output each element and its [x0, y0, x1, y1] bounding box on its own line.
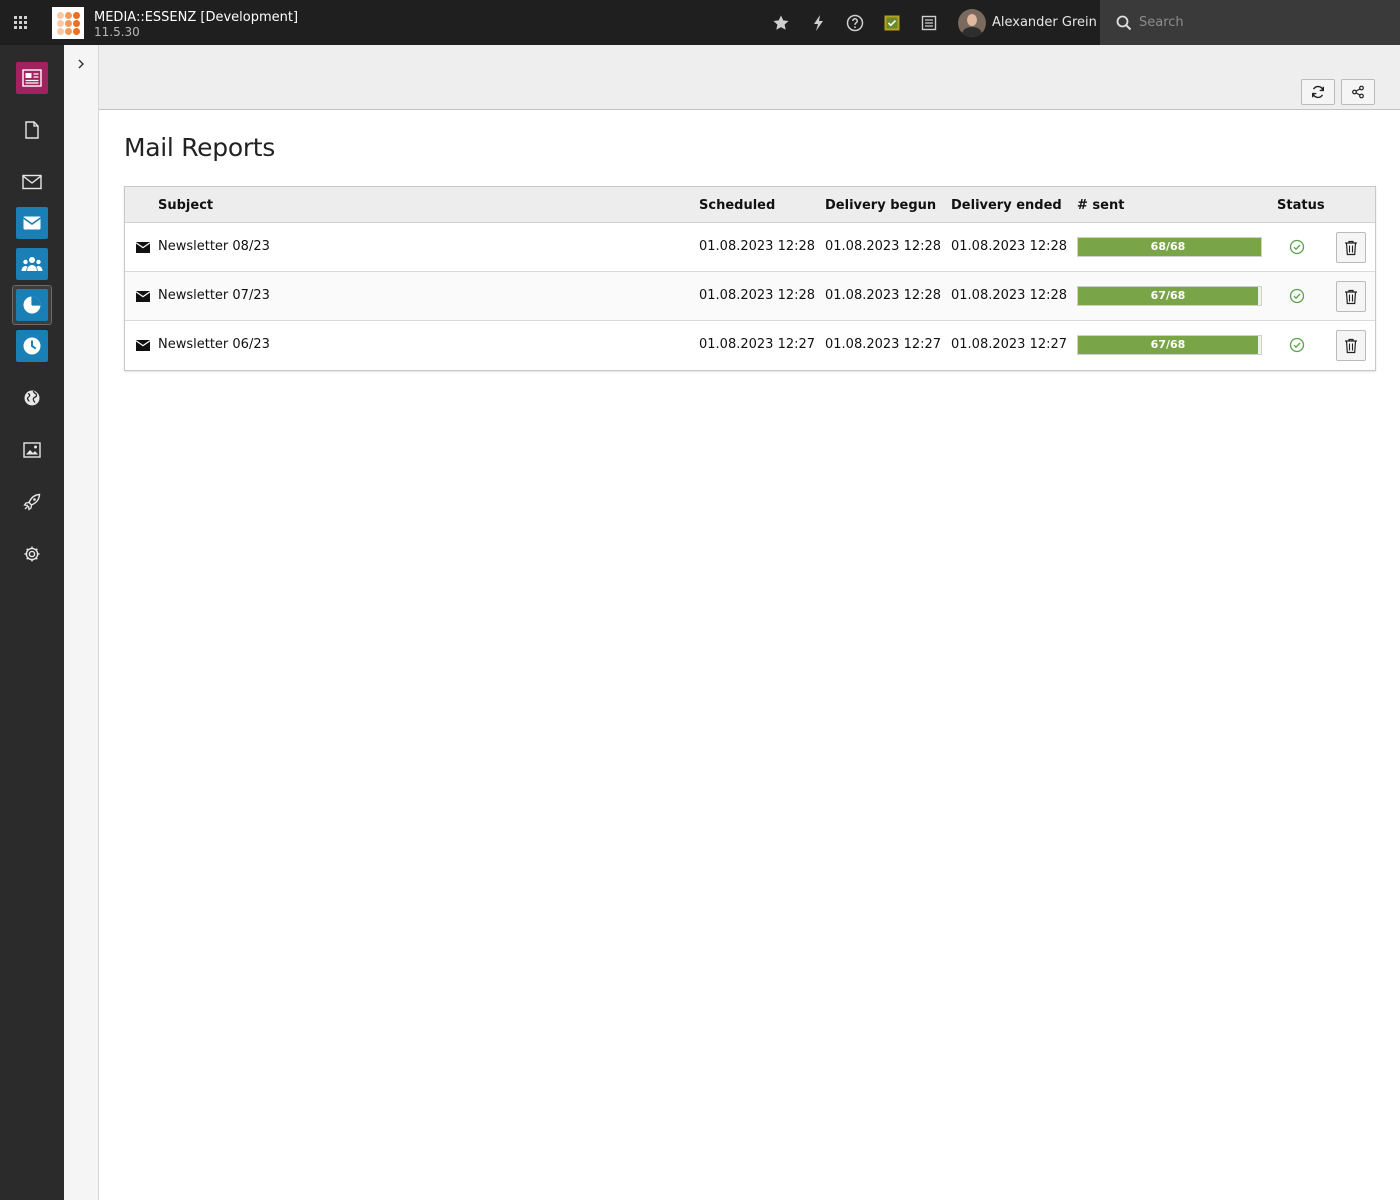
check-circle-icon [1289, 337, 1305, 353]
subject-cell[interactable]: Newsletter 08/23 [158, 239, 270, 254]
subject-cell[interactable]: Newsletter 07/23 [158, 288, 270, 303]
delivery-begun-cell: 01.08.2023 12:27 [825, 337, 942, 352]
sent-progress-bar: 67/68 [1077, 335, 1262, 355]
page-title: Mail Reports [124, 133, 276, 162]
sent-progress-bar: 67/68 [1077, 286, 1262, 306]
trash-icon [1345, 338, 1357, 353]
list-icon[interactable] [918, 12, 940, 34]
delete-button[interactable] [1336, 330, 1366, 361]
modulemenu-grid-icon[interactable] [0, 0, 40, 45]
column-header-scheduled: Scheduled [699, 198, 776, 213]
table-row[interactable]: Newsletter 07/23 01.08.2023 12:28 01.08.… [125, 272, 1375, 321]
search-bar [1100, 0, 1400, 45]
subject-cell[interactable]: Newsletter 06/23 [158, 337, 270, 352]
doc-header [99, 45, 1400, 110]
column-header-delivery-begun: Delivery begun [825, 198, 937, 213]
column-header-subject: Subject [158, 198, 214, 213]
mail-icon[interactable] [16, 166, 48, 198]
star-icon[interactable] [770, 12, 792, 34]
mail-icon [136, 291, 150, 302]
sent-progress-label: 68/68 [1150, 240, 1186, 253]
chevron-right-icon[interactable] [74, 57, 88, 71]
delivery-ended-cell: 01.08.2023 12:27 [951, 337, 1068, 352]
web-layout-icon[interactable] [16, 62, 48, 94]
site-logo[interactable] [52, 7, 84, 39]
trash-icon [1345, 240, 1357, 255]
bolt-icon[interactable] [807, 12, 829, 34]
avatar [958, 8, 986, 37]
check-circle-icon [1289, 239, 1305, 255]
search-input[interactable] [1139, 15, 1379, 30]
column-header-status: Status [1277, 198, 1325, 213]
user-name: Alexander Grein [992, 15, 1097, 30]
queue-clock-icon[interactable] [16, 330, 48, 362]
scheduled-cell: 01.08.2023 12:28 [699, 288, 816, 303]
scheduled-cell: 01.08.2023 12:28 [699, 239, 816, 254]
mail-wizard-icon[interactable] [16, 207, 48, 239]
check-circle-icon [1289, 288, 1305, 304]
mail-reports-table: Subject Scheduled Delivery begun Deliver… [124, 186, 1376, 371]
site-version: 11.5.30 [94, 25, 140, 39]
trash-icon [1345, 289, 1357, 304]
sent-progress-label: 67/68 [1150, 289, 1186, 302]
delivery-begun-cell: 01.08.2023 12:28 [825, 288, 942, 303]
column-header-delivery-ended: Delivery ended [951, 198, 1062, 213]
reload-button[interactable] [1301, 79, 1335, 105]
mail-icon [136, 340, 150, 351]
scheduled-cell: 01.08.2023 12:27 [699, 337, 816, 352]
refresh-icon [1312, 85, 1324, 99]
search-icon [1116, 15, 1132, 30]
share-icon [1352, 85, 1364, 99]
table-row[interactable]: Newsletter 08/23 01.08.2023 12:28 01.08.… [125, 223, 1375, 272]
user-menu[interactable]: Alexander Grein [950, 0, 1100, 45]
rocket-icon[interactable] [16, 486, 48, 518]
delivery-ended-cell: 01.08.2023 12:28 [951, 239, 1068, 254]
delete-button[interactable] [1336, 232, 1366, 263]
navigation-toggle-column [64, 45, 99, 1200]
site-name[interactable]: MEDIA::ESSENZ [Development] [94, 10, 298, 25]
table-header: Subject Scheduled Delivery begun Deliver… [125, 187, 1375, 223]
globe-icon[interactable] [16, 382, 48, 414]
recipients-icon[interactable] [16, 248, 48, 280]
delete-button[interactable] [1336, 281, 1366, 312]
mail-reports-icon[interactable] [16, 289, 48, 321]
delivery-ended-cell: 01.08.2023 12:28 [951, 288, 1068, 303]
sent-progress-bar: 68/68 [1077, 237, 1262, 257]
scheduler-icon[interactable] [881, 12, 903, 34]
gear-icon[interactable] [16, 538, 48, 570]
page-icon[interactable] [16, 114, 48, 146]
module-menu [0, 45, 64, 1200]
mail-icon [136, 242, 150, 253]
sent-progress-label: 67/68 [1150, 338, 1186, 351]
column-header-sent: # sent [1077, 198, 1125, 213]
top-bar: MEDIA::ESSENZ [Development] 11.5.30 Alex… [0, 0, 1400, 45]
image-icon[interactable] [16, 434, 48, 466]
delivery-begun-cell: 01.08.2023 12:28 [825, 239, 942, 254]
help-icon[interactable] [844, 12, 866, 34]
table-row[interactable]: Newsletter 06/23 01.08.2023 12:27 01.08.… [125, 321, 1375, 370]
share-button[interactable] [1341, 79, 1375, 105]
